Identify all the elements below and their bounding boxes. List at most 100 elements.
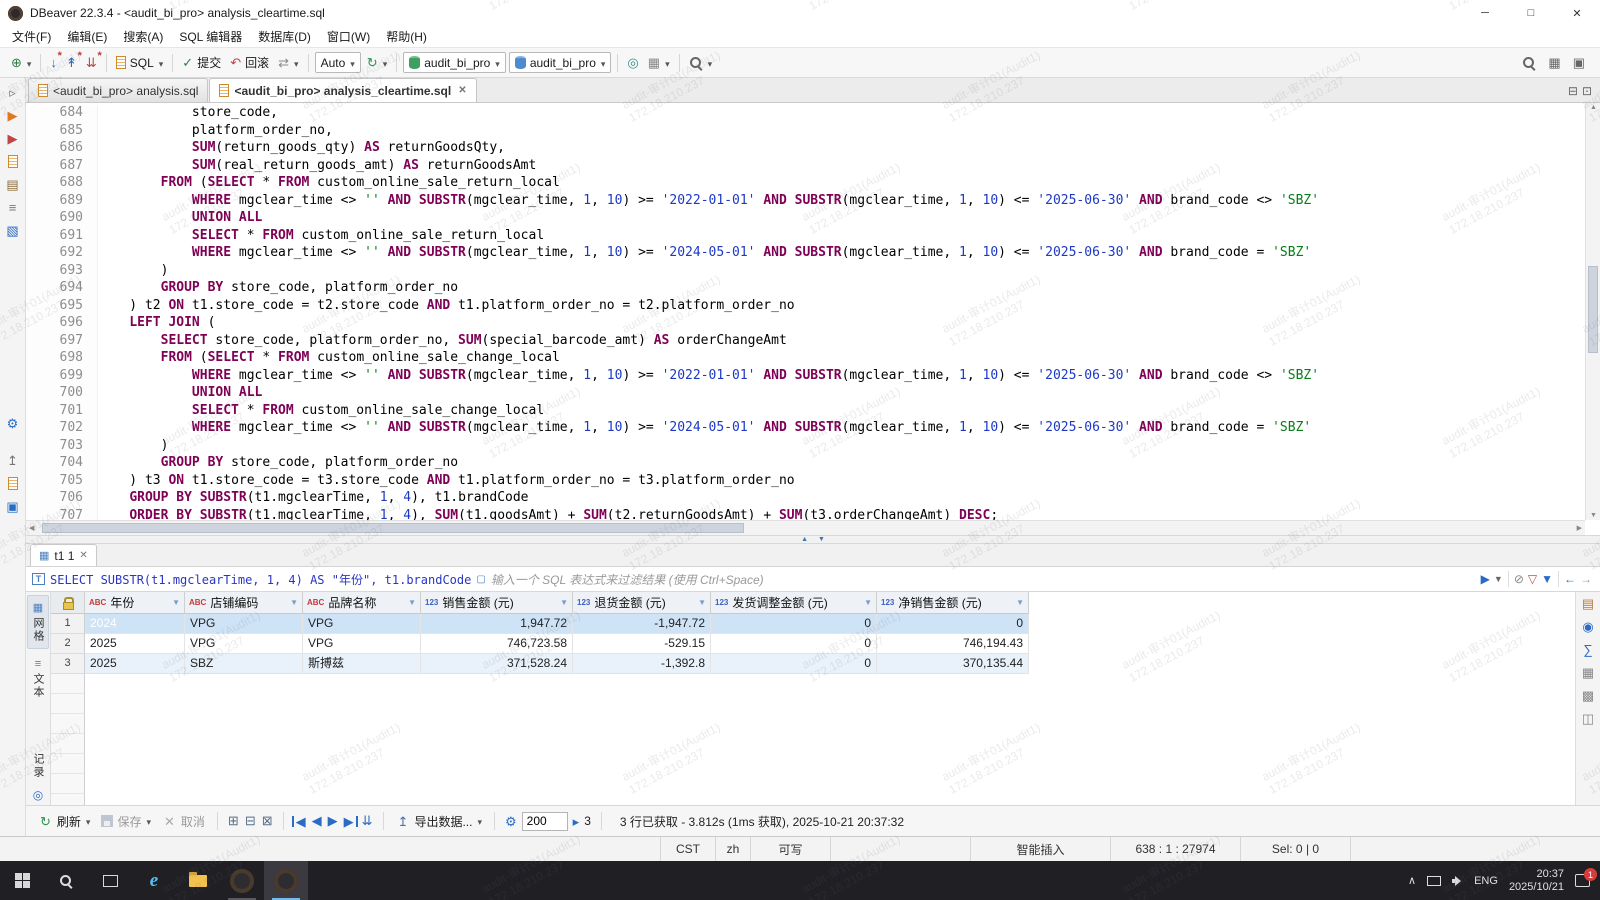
cell-r1-c4[interactable]: 1,947.72	[421, 614, 573, 634]
add-row-icon[interactable]: ⊞	[226, 813, 241, 829]
clock[interactable]: 20:37 2025/10/21	[1509, 868, 1564, 894]
expand-filter-icon[interactable]: ▢	[476, 574, 485, 585]
delete-row-icon[interactable]: ⊠	[260, 813, 275, 829]
filter-menu-icon[interactable]: ▼	[1492, 574, 1505, 584]
vertical-scroll-thumb[interactable]	[1588, 266, 1598, 354]
editor-horizontal-scrollbar[interactable]: ◀ ▶	[26, 520, 1585, 535]
panel-refresh-icon[interactable]: ◎	[33, 788, 43, 802]
scroll-down-icon[interactable]: ▼	[1590, 512, 1597, 519]
commit-button[interactable]: ✓提交	[179, 52, 224, 73]
filter-bar[interactable]: T SELECT SUBSTR(t1.mgclearTime, 1, 4) AS…	[26, 567, 1600, 592]
scroll-right-icon[interactable]: ▶	[1577, 524, 1582, 532]
commit-mode-combo[interactable]: Auto	[315, 52, 361, 73]
tab-analysis-cleartime-sql[interactable]: <audit_bi_pro> analysis_cleartime.sql✕	[209, 78, 476, 102]
taskbar-app-1[interactable]	[220, 861, 264, 900]
taskbar-app-dbeaver[interactable]	[264, 861, 308, 900]
duplicate-row-icon[interactable]: ⊟	[243, 813, 258, 829]
connection-selector-caret-icon[interactable]	[494, 56, 500, 70]
run-sql-icon[interactable]: ▶	[4, 107, 22, 123]
cell-r3-c3[interactable]: 斯搏兹	[303, 654, 421, 674]
volume-icon[interactable]	[1452, 876, 1463, 886]
cell-r1-c1[interactable]: 2024	[85, 614, 185, 634]
sql-editor-button[interactable]: SQL	[113, 54, 167, 72]
column-menu-icon[interactable]: ▼	[408, 598, 416, 607]
column-menu-icon[interactable]: ▼	[864, 598, 872, 607]
new-connection-button[interactable]: ⊕	[8, 54, 34, 72]
clear-filter-icon[interactable]: ⊘	[1512, 572, 1526, 586]
settings-icon[interactable]: ⚙	[4, 415, 22, 431]
remove-filter-icon[interactable]: ▽	[1526, 572, 1539, 586]
display-icon[interactable]	[1427, 876, 1441, 886]
cell-r1-c6[interactable]: 0	[711, 614, 877, 634]
fetch-from-db-button[interactable]: ↓*	[47, 54, 60, 71]
maximize-editor-area-icon[interactable]: ⊡	[1582, 84, 1592, 98]
tab-analysis-sql[interactable]: <audit_bi_pro> analysis.sql	[28, 78, 208, 102]
search-metadata-button[interactable]	[686, 54, 716, 72]
close-result-tab-icon[interactable]: ✕	[79, 550, 87, 561]
notification-center-icon[interactable]: 1	[1575, 874, 1590, 887]
grid-view-tab[interactable]: ▦网格	[27, 595, 49, 649]
taskbar-search-button[interactable]	[44, 861, 88, 900]
scroll-up-icon[interactable]: ▲	[1590, 104, 1597, 111]
database-selector[interactable]: audit_bi_pro	[509, 52, 612, 73]
text-view-tab[interactable]: ≡文本	[28, 653, 48, 704]
sql-history-button-caret-icon[interactable]	[382, 56, 388, 70]
menu-item-1[interactable]: 文件(F)	[4, 26, 59, 47]
cell-r1-c3[interactable]: VPG	[303, 614, 421, 634]
tray-expand-icon[interactable]: ∧	[1408, 874, 1416, 887]
refresh-from-db-button[interactable]: ⇊*	[83, 54, 100, 71]
task-view-button[interactable]	[88, 861, 132, 900]
sql-editor-button-caret-icon[interactable]	[158, 56, 164, 70]
layout-button[interactable]: ▦	[645, 54, 673, 72]
filter-input-placeholder[interactable]: 输入一个 SQL 表达式来过滤结果 (使用 Ctrl+Space)	[491, 571, 764, 588]
cell-r1-c5[interactable]: -1,947.72	[573, 614, 711, 634]
fetch-size-input[interactable]	[522, 812, 568, 831]
column-header-2[interactable]: ABC店铺编码▼	[185, 592, 303, 614]
templates-icon[interactable]: ▧	[4, 222, 22, 238]
language-indicator[interactable]: ENG	[1474, 875, 1498, 887]
script-file-icon[interactable]	[4, 475, 22, 491]
cell-r2-c6[interactable]: 0	[711, 634, 877, 654]
first-row-icon[interactable]: ◀	[292, 816, 308, 827]
column-header-4[interactable]: 123销售金额 (元)▼	[421, 592, 573, 614]
transaction-log-button-caret-icon[interactable]	[293, 56, 299, 70]
cell-r2-c3[interactable]: VPG	[303, 634, 421, 654]
menu-item-4[interactable]: SQL 编辑器	[171, 26, 250, 47]
cell-r2-c1[interactable]: 2025	[85, 634, 185, 654]
save-to-db-button[interactable]: ↟*	[63, 54, 80, 71]
cell-r2-c7[interactable]: 746,194.43	[877, 634, 1029, 654]
column-menu-icon[interactable]: ▼	[698, 598, 706, 607]
db-output-icon[interactable]: ▣	[4, 498, 22, 514]
row-header-1[interactable]: 1	[51, 614, 85, 634]
cancel-button[interactable]: ✕ 取消	[158, 811, 209, 832]
cell-r3-c4[interactable]: 371,528.24	[421, 654, 573, 674]
horizontal-scroll-thumb[interactable]	[42, 523, 744, 533]
calc-panel-icon[interactable]: ∑	[1579, 642, 1597, 657]
sql-history-button[interactable]: ↻	[364, 54, 390, 72]
refresh-button[interactable]: ↻ 刷新	[34, 811, 94, 832]
grid-corner-cell[interactable]	[51, 592, 85, 614]
internet-explorer-button[interactable]: e	[132, 861, 176, 900]
cell-r3-c7[interactable]: 370,135.44	[877, 654, 1029, 674]
export-caret-icon[interactable]	[476, 814, 482, 828]
previous-row-icon[interactable]: ◀	[310, 813, 324, 829]
database-selector-caret-icon[interactable]	[600, 56, 606, 70]
result-grid[interactable]: ABC年份▼ABC店铺编码▼ABC品牌名称▼123销售金额 (元)▼123退货金…	[51, 592, 1575, 805]
cell-r3-c1[interactable]: 2025	[85, 654, 185, 674]
export-script-icon[interactable]: ↥	[4, 452, 22, 468]
panel-layout-icon[interactable]: ▤	[1579, 596, 1597, 611]
cell-r2-c4[interactable]: 746,723.58	[421, 634, 573, 654]
column-menu-icon[interactable]: ▼	[560, 598, 568, 607]
back-icon[interactable]: ←	[1562, 572, 1578, 586]
sql-code-area[interactable]: 684 store_code,685 platform_order_no,686…	[26, 105, 1585, 520]
column-header-5[interactable]: 123退货金额 (元)▼	[573, 592, 711, 614]
refresh-caret-icon[interactable]	[85, 814, 91, 828]
save-button[interactable]: 保存	[97, 811, 155, 832]
toggle-panel-icon[interactable]: ▹	[4, 84, 22, 100]
metadata-panel-icon[interactable]: ▦	[1579, 665, 1597, 680]
menu-item-7[interactable]: 帮助(H)	[378, 26, 435, 47]
connection-selector[interactable]: audit_bi_pro	[403, 52, 506, 73]
minimize-button[interactable]: ─	[1462, 0, 1508, 26]
sql-editor[interactable]: 684 store_code,685 platform_order_no,686…	[26, 103, 1600, 535]
menu-item-5[interactable]: 数据库(D)	[250, 26, 319, 47]
